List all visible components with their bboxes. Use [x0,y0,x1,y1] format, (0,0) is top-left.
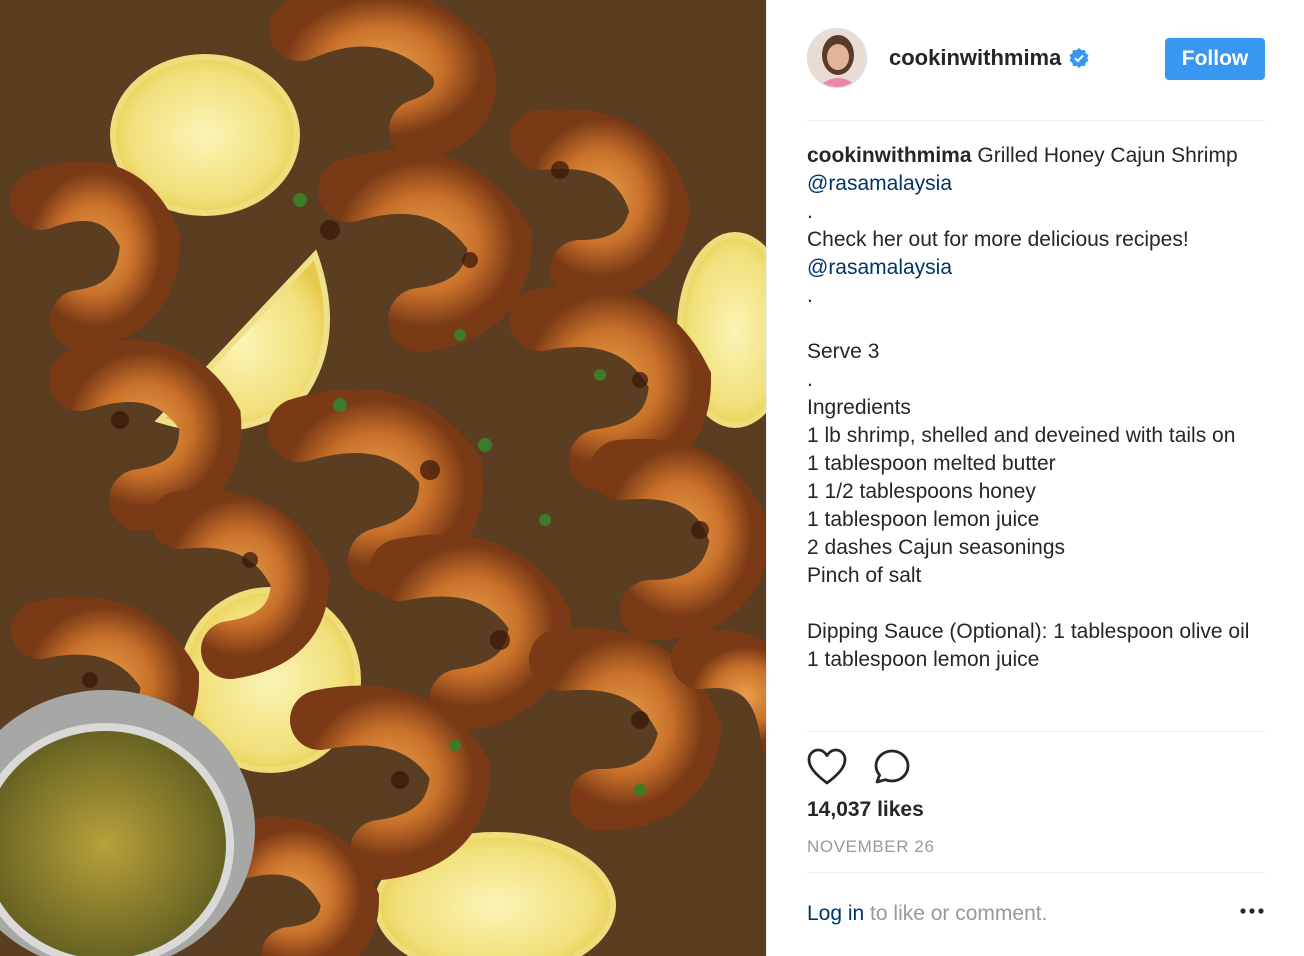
caption-username[interactable]: cookinwithmima [807,144,972,167]
caption-title: Grilled Honey Cajun Shrimp [971,144,1244,167]
like-count[interactable]: 14,037 likes [807,798,924,822]
login-prompt-text: to like or comment. [864,902,1048,925]
post-side-panel: cookinwithmima Follow cookinwithmima Gri… [766,0,1304,956]
avatar[interactable] [807,28,867,88]
avatar-portrait-icon [808,29,866,87]
header-divider [807,120,1265,121]
footer-divider [807,872,1265,873]
caption-blank [807,310,1265,338]
login-prompt: Log in to like or comment. [807,902,1265,926]
post-date[interactable]: NOVEMBER 26 [807,837,935,857]
caption-blank [807,590,1265,618]
caption-dot-2: . [807,284,813,307]
caption-mention-2[interactable]: @rasamalaysia [807,254,1265,282]
post-photo[interactable] [0,0,766,956]
heart-icon[interactable] [807,748,847,786]
instagram-post: cookinwithmima Follow cookinwithmima Gri… [0,0,1304,956]
caption-dot-3: . [807,368,813,391]
post-header: cookinwithmima Follow [807,27,1265,89]
header-username[interactable]: cookinwithmima [889,45,1061,71]
dipping-sauce: Dipping Sauce (Optional): 1 tablespoon o… [807,620,1250,643]
dipping-sauce-line-2: 1 tablespoon lemon juice [807,648,1040,671]
caption-first-line: cookinwithmima Grilled Honey Cajun Shrim… [807,142,1265,198]
action-bar [807,748,911,786]
login-link[interactable]: Log in [807,902,864,925]
ingredient-item: 2 dashes Cajun seasonings [807,536,1066,559]
shrimp-dish-illustration [0,0,766,956]
ingredients-heading: Ingredients [807,396,911,419]
caption-check-out: Check her out for more delicious recipes… [807,228,1189,251]
ingredient-item: 1 lb shrimp, shelled and deveined with t… [807,424,1236,447]
verified-badge-icon [1069,48,1089,68]
ingredient-item: 1 tablespoon melted butter [807,452,1056,475]
caption-serve: Serve 3 [807,340,880,363]
more-options-icon[interactable] [1240,908,1264,914]
ingredient-item: 1 1/2 tablespoons honey [807,480,1036,503]
caption-mention[interactable]: @rasamalaysia [807,172,952,195]
ingredient-item: Pinch of salt [807,564,922,587]
ingredient-item: 1 tablespoon lemon juice [807,508,1040,531]
comment-icon[interactable] [873,748,911,786]
post-caption: cookinwithmima Grilled Honey Cajun Shrim… [807,142,1265,674]
follow-button[interactable]: Follow [1165,38,1265,80]
caption-divider [807,731,1265,732]
caption-dot: . [807,200,813,223]
